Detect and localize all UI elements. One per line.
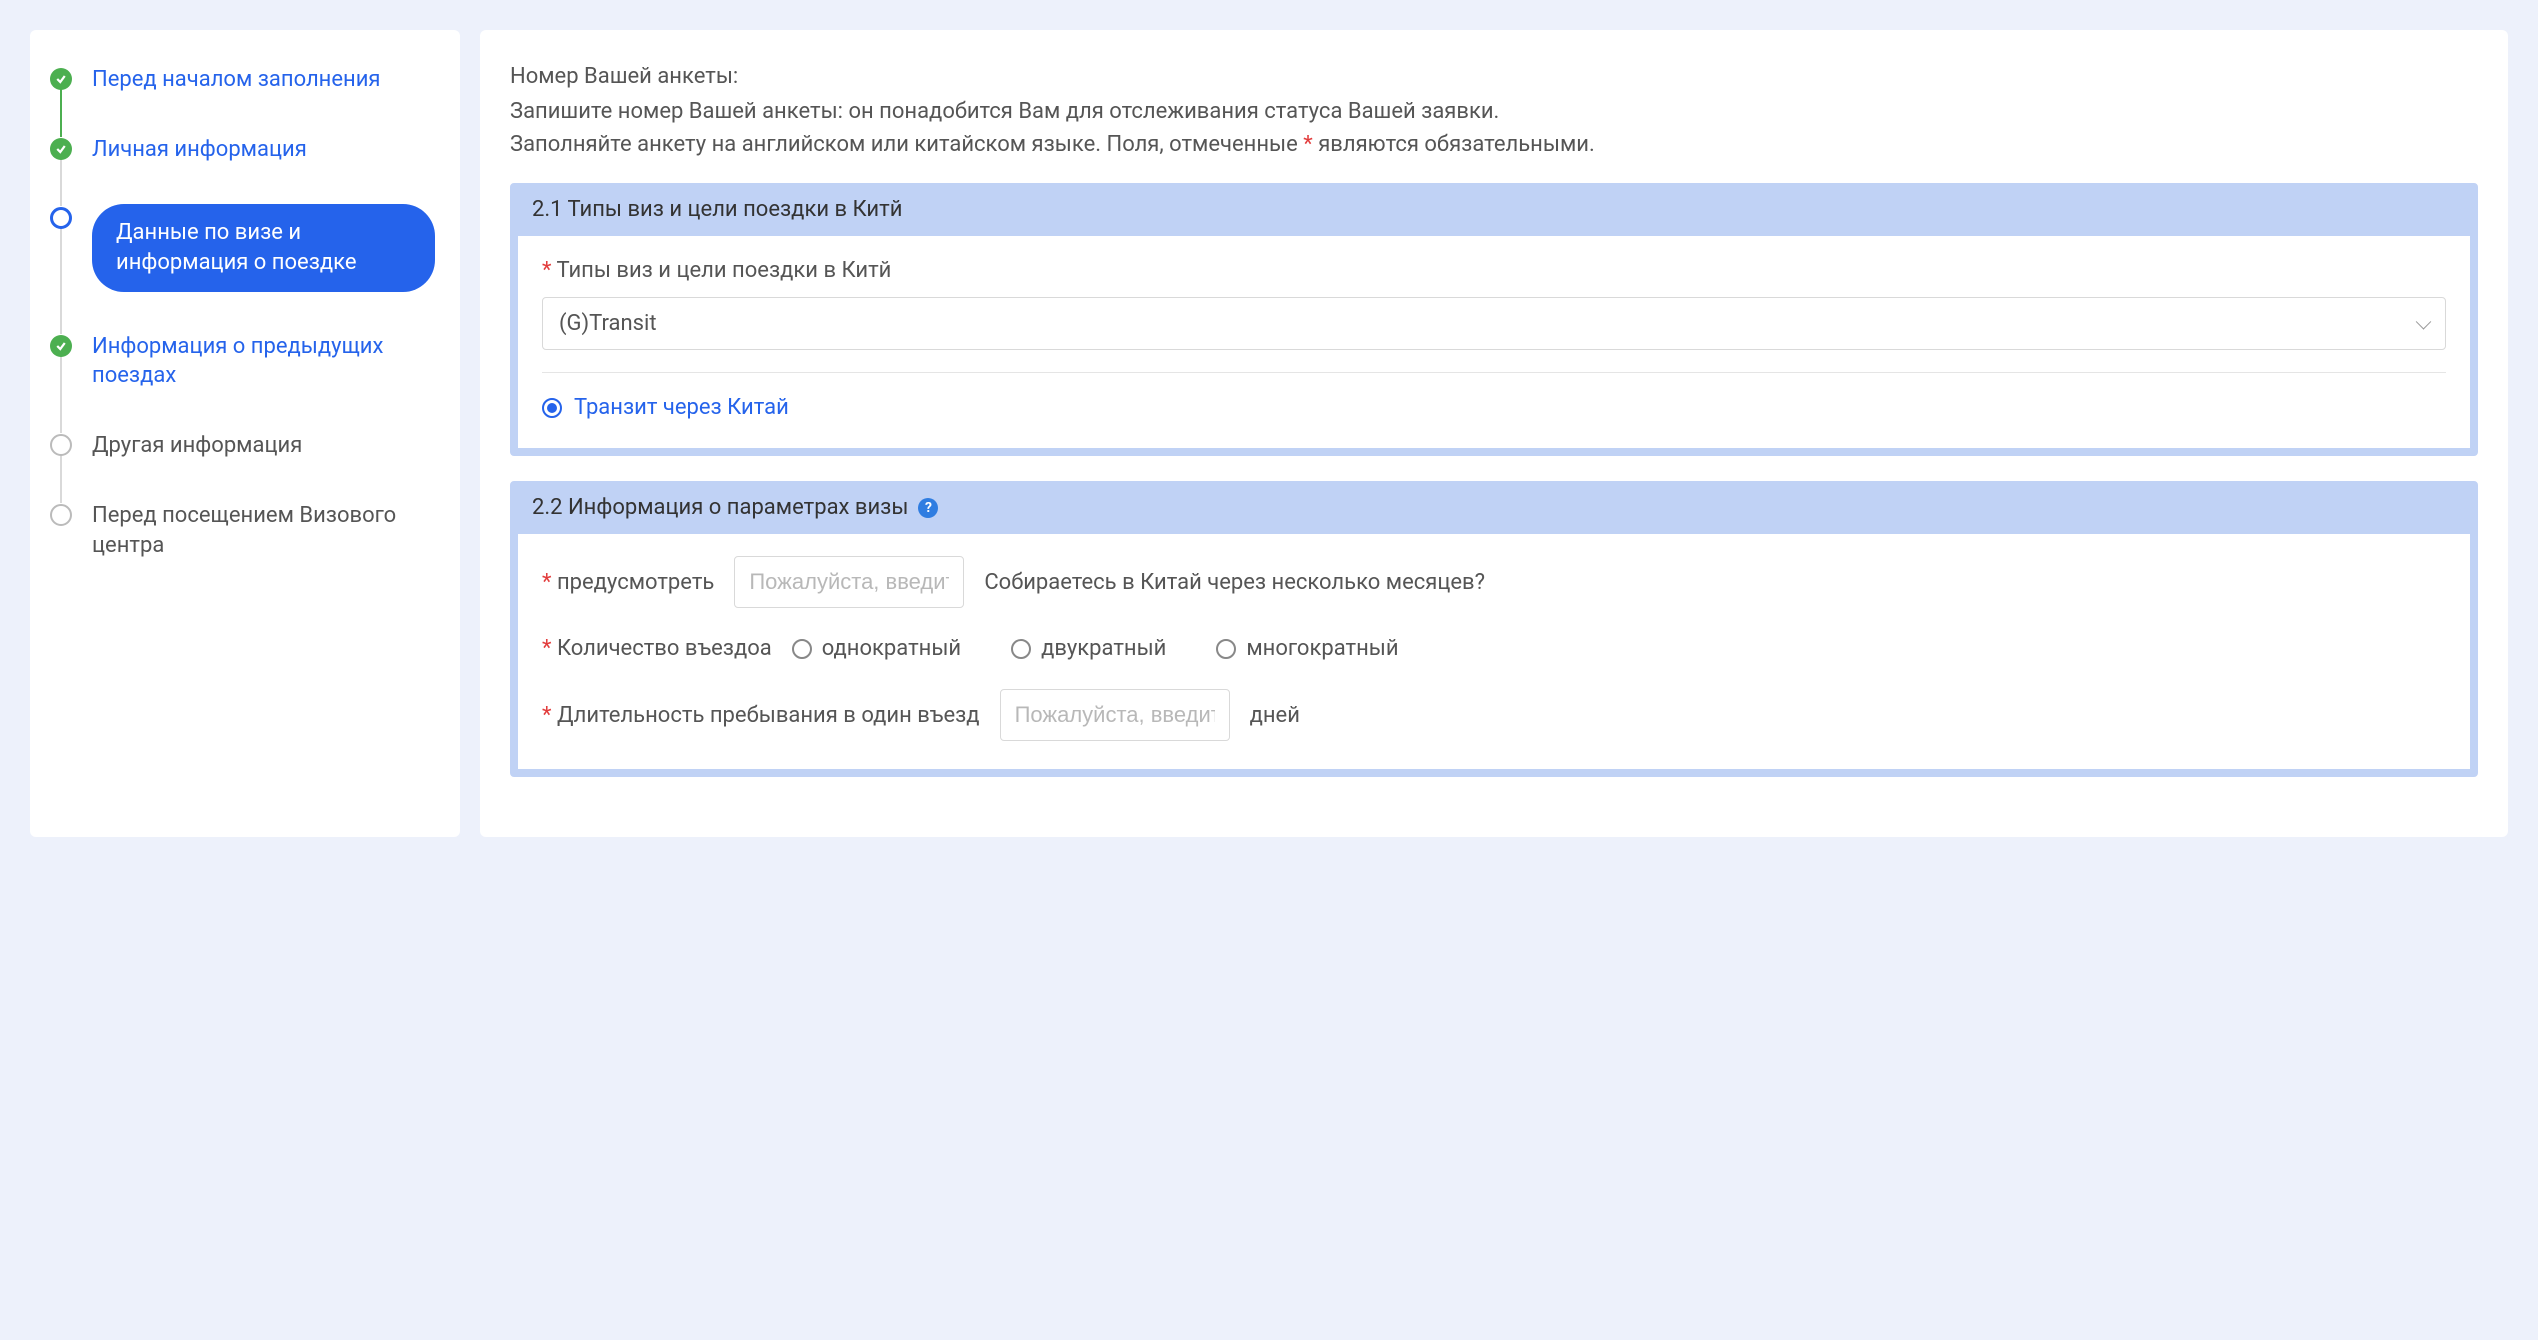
section-visa-params: 2.2 Информация о параметрах визы ? преду…	[510, 481, 2478, 777]
entries-label: Количество въездоа	[542, 636, 772, 661]
pending-bullet	[50, 434, 72, 456]
form-number-label: Номер Вашей анкеты:	[510, 60, 2478, 93]
check-icon	[50, 138, 72, 160]
step-label[interactable]: Личная информация	[92, 135, 307, 165]
step-connector	[60, 226, 62, 333]
radio-icon[interactable]	[542, 398, 562, 418]
section-body: Типы виз и цели поездки в Китй (G)Transi…	[518, 236, 2470, 448]
step-label[interactable]: Перед посещением Визового центра	[92, 501, 435, 560]
step-label[interactable]: Перед началом заполнения	[92, 65, 380, 95]
radio-label: многократный	[1246, 636, 1398, 661]
check-icon	[50, 335, 72, 357]
duration-input[interactable]	[1000, 689, 1230, 741]
section-title: 2.1 Типы виз и цели поездки в Китй	[532, 197, 902, 222]
current-step-bullet	[50, 207, 72, 229]
step-label[interactable]: Информация о предыдущих поездах	[92, 332, 435, 391]
sidebar: Перед началом заполнения Личная информац…	[30, 30, 460, 837]
section-header: 2.1 Типы виз и цели поездки в Китй	[518, 191, 2470, 236]
radio-icon[interactable]	[792, 639, 812, 659]
step-label[interactable]: Данные по визе и информация о поездке	[92, 204, 435, 291]
foresee-hint: Собираетесь в Китай через несколько меся…	[984, 570, 1485, 595]
step-label[interactable]: Другая информация	[92, 431, 302, 461]
step-other-info[interactable]: Другая информация	[50, 431, 435, 501]
steps-list: Перед началом заполнения Личная информац…	[50, 65, 435, 560]
step-visa-data[interactable]: Данные по визе и информация о поездке	[50, 204, 435, 331]
radio-label: двукратный	[1041, 636, 1166, 661]
radio-icon[interactable]	[1011, 639, 1031, 659]
transit-radio-row[interactable]: Транзит через Китай	[542, 395, 2446, 420]
duration-label: Длительность пребывания в один въезд	[542, 703, 980, 728]
step-personal-info[interactable]: Личная информация	[50, 135, 435, 205]
visa-type-select[interactable]: (G)Transit	[542, 297, 2446, 350]
select-value: (G)Transit	[559, 311, 657, 336]
step-connector	[60, 354, 62, 433]
check-icon	[50, 68, 72, 90]
duration-suffix: дней	[1250, 703, 1300, 728]
foresee-label: предусмотреть	[542, 570, 714, 595]
visa-type-label: Типы виз и цели поездки в Китй	[542, 258, 2446, 283]
step-before-visit[interactable]: Перед посещением Визового центра	[50, 501, 435, 560]
intro-line2: Заполняйте анкету на английском или кита…	[510, 128, 2478, 161]
step-previous-trips[interactable]: Информация о предыдущих поездах	[50, 332, 435, 431]
intro-text: Номер Вашей анкеты: Запишите номер Вашей…	[510, 60, 2478, 161]
main-panel: Номер Вашей анкеты: Запишите номер Вашей…	[480, 30, 2508, 837]
pending-bullet	[50, 504, 72, 526]
step-connector	[60, 87, 62, 137]
foresee-input[interactable]	[734, 556, 964, 608]
section-visa-types: 2.1 Типы виз и цели поездки в Китй Типы …	[510, 183, 2478, 456]
info-icon[interactable]: ?	[918, 498, 938, 518]
step-before-start[interactable]: Перед началом заполнения	[50, 65, 435, 135]
section-header: 2.2 Информация о параметрах визы ?	[518, 489, 2470, 534]
radio-label: Транзит через Китай	[574, 395, 789, 420]
row-duration: Длительность пребывания в один въезд дне…	[542, 689, 2446, 741]
entries-option-double[interactable]: двукратный	[1011, 636, 1166, 661]
intro-line1: Запишите номер Вашей анкеты: он понадоби…	[510, 95, 2478, 128]
section-title: 2.2 Информация о параметрах визы	[532, 495, 908, 520]
row-entries: Количество въездоа однократный двукратны…	[542, 636, 2446, 661]
row-foresee: предусмотреть Собираетесь в Китай через …	[542, 556, 2446, 608]
radio-label: однократный	[822, 636, 961, 661]
radio-icon[interactable]	[1216, 639, 1236, 659]
step-connector	[60, 453, 62, 503]
entries-option-single[interactable]: однократный	[792, 636, 961, 661]
entries-option-multiple[interactable]: многократный	[1216, 636, 1398, 661]
section-body: предусмотреть Собираетесь в Китай через …	[518, 534, 2470, 769]
step-connector	[60, 157, 62, 207]
